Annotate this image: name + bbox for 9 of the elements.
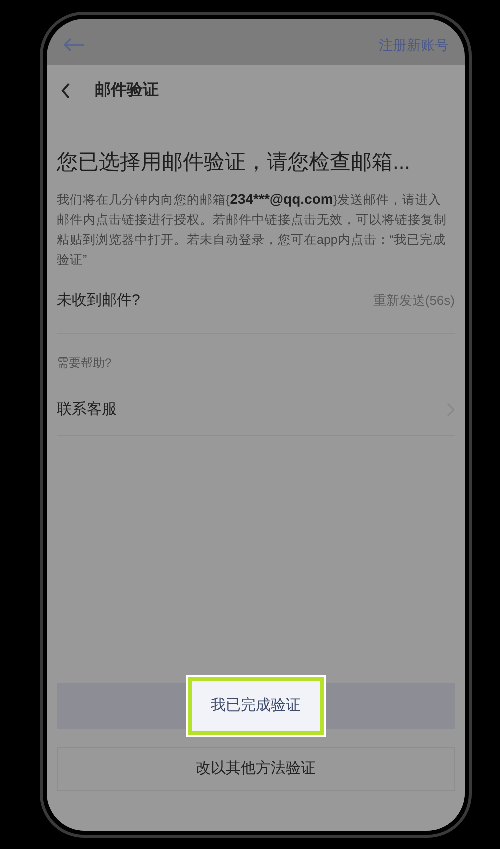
- contact-row[interactable]: 联系客服: [57, 386, 455, 436]
- no-email-label: 未收到邮件?: [57, 290, 140, 311]
- page-title: 邮件验证: [95, 80, 159, 101]
- instructions-text: 我们将在几分钟内向您的邮箱{234***@qq.com}发送邮件，请进入邮件内点击链接进行授权。若邮件中链接点击无效，可以将链接复制粘贴到浏览器中打开。若未自动登录，您可在app内点击：“我已完成验证”: [57, 190, 448, 268]
- heading: 您已选择用邮件验证，请您检查邮箱...: [57, 150, 412, 176]
- other-method-button[interactable]: 改以其他方法验证: [57, 747, 455, 791]
- done-button[interactable]: 我已完成验证: [188, 677, 324, 735]
- back-chevron-icon[interactable]: [61, 83, 71, 99]
- help-label: 需要帮助?: [57, 354, 113, 372]
